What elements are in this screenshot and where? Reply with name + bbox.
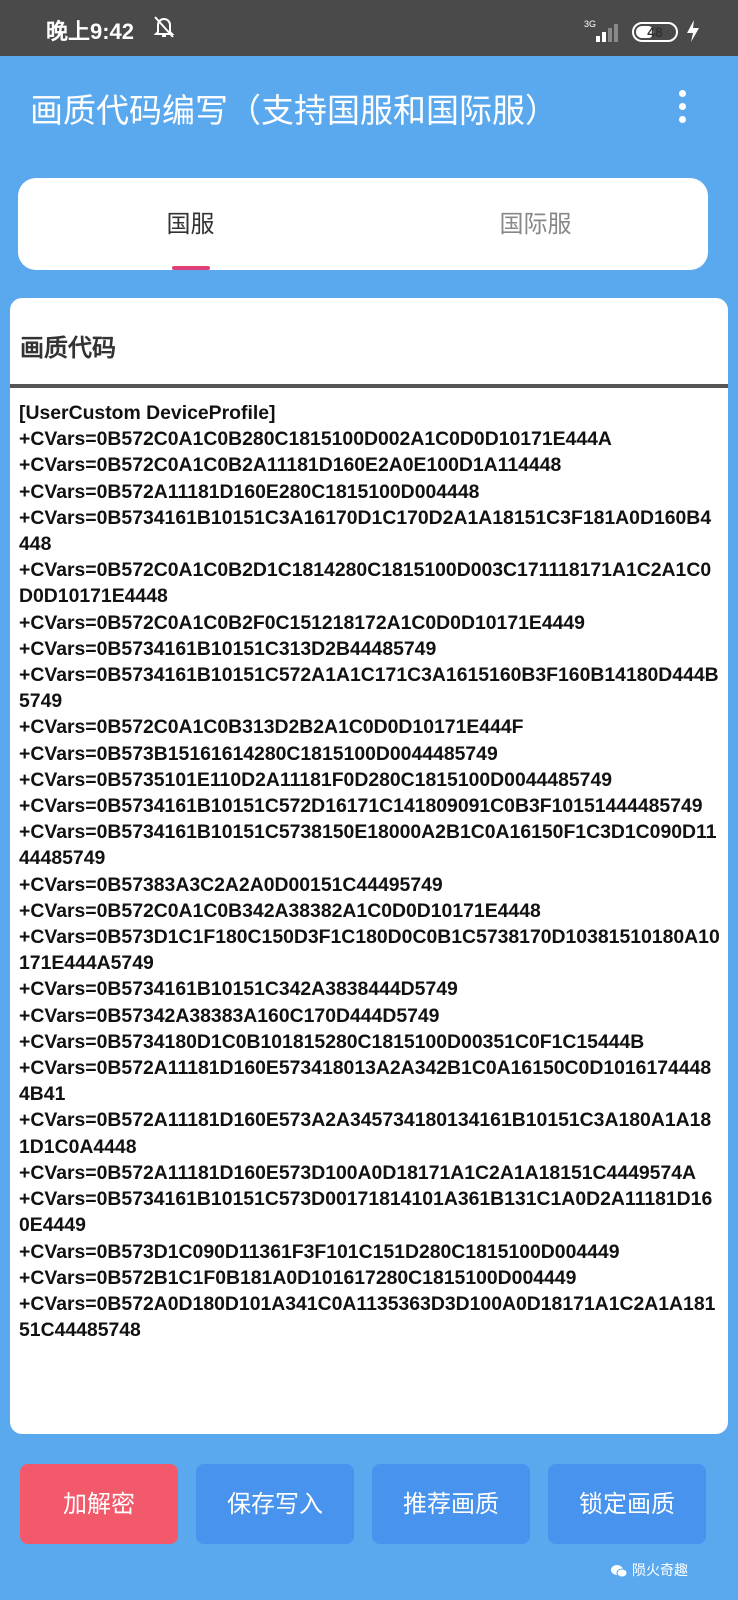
- tab-international[interactable]: 国际服: [363, 178, 708, 270]
- tab-bar: 国服 国际服: [18, 178, 708, 270]
- battery-level: 48: [647, 24, 663, 40]
- tab-indicator: [172, 266, 210, 270]
- charging-icon: [687, 20, 699, 42]
- network-type: 3G: [584, 19, 596, 29]
- signal-icon: 3G: [584, 19, 618, 42]
- lock-quality-button[interactable]: 锁定画质: [548, 1464, 706, 1544]
- watermark: 陨火奇趣: [610, 1560, 688, 1580]
- status-bar: 晚上9:42 3G 48: [0, 0, 738, 56]
- code-label: 画质代码: [20, 334, 116, 362]
- code-editor-card: 画质代码 [UserCustom DeviceProfile] +CVars=0…: [10, 298, 728, 1434]
- more-vert-icon[interactable]: [670, 86, 694, 128]
- code-textarea[interactable]: [UserCustom DeviceProfile] +CVars=0B572C…: [19, 400, 721, 1343]
- watermark-text: 陨火奇趣: [632, 1563, 688, 1579]
- app-title: 画质代码编写（支持国服和国际服）: [30, 91, 558, 130]
- bell-off-icon: [153, 16, 175, 38]
- recommend-quality-button[interactable]: 推荐画质: [372, 1464, 530, 1544]
- status-time: 晚上9:42: [46, 19, 135, 44]
- divider: [10, 384, 728, 388]
- tab-domestic[interactable]: 国服: [18, 178, 363, 270]
- wechat-icon: [611, 1565, 628, 1578]
- save-write-button[interactable]: 保存写入: [196, 1464, 354, 1544]
- battery-icon: 48: [632, 22, 678, 42]
- encrypt-decrypt-button[interactable]: 加解密: [20, 1464, 178, 1544]
